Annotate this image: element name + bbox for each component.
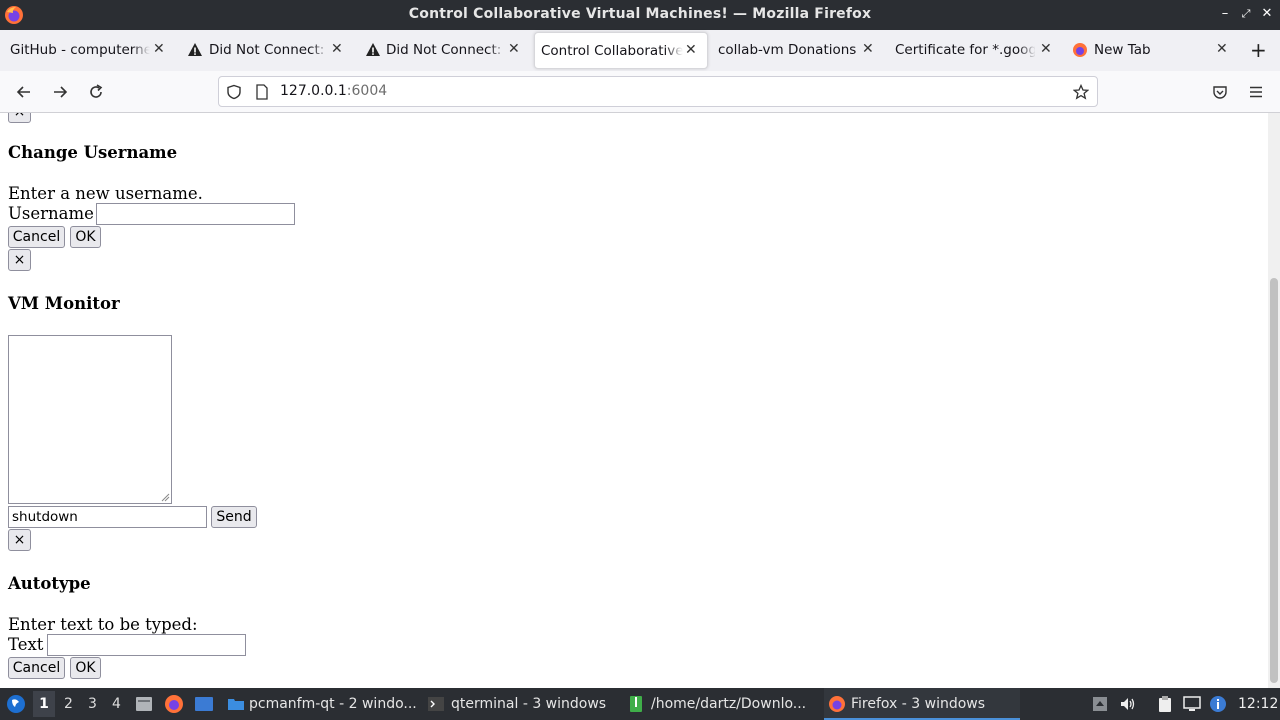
maximize-button[interactable]: ⤢: [1237, 5, 1255, 23]
resize-grip-icon[interactable]: [160, 492, 170, 502]
username-ok-button[interactable]: OK: [70, 226, 101, 248]
autotype-prompt: Enter text to be typed:: [8, 615, 198, 634]
tab-label: Control Collaborative: [541, 43, 683, 59]
tab-close-icon[interactable]: ✕: [508, 41, 520, 57]
change-username-prompt: Enter a new username.: [8, 184, 203, 203]
tab-close-icon[interactable]: ✕: [153, 41, 165, 57]
task-qterminal[interactable]: qterminal - 3 windows: [424, 688, 620, 720]
tab-label: collab-vm Donations: [718, 42, 857, 58]
pocket-icon[interactable]: [1207, 79, 1233, 105]
tab-label: Did Not Connect:: [386, 42, 502, 58]
vm-send-button[interactable]: Send: [211, 506, 257, 528]
back-arrow-icon[interactable]: [11, 79, 37, 105]
warning-icon: [188, 43, 202, 56]
volume-icon[interactable]: [1119, 695, 1137, 713]
autotype-heading: Autotype: [8, 574, 91, 593]
username-label: Username: [8, 204, 94, 223]
autotype-ok-button[interactable]: OK: [70, 657, 101, 679]
tab-close-icon[interactable]: ✕: [331, 41, 343, 57]
workspace-2[interactable]: 2: [64, 696, 73, 712]
forward-arrow-icon[interactable]: [47, 79, 73, 105]
tab-did-not-connect-2[interactable]: Did Not Connect: ✕: [356, 32, 534, 69]
task-pcmanfm[interactable]: pcmanfm-qt - 2 windo...: [224, 688, 420, 720]
tab-label: GitHub - computerne: [10, 42, 150, 58]
autotype-cancel-button[interactable]: Cancel: [8, 657, 65, 679]
tab-close-icon[interactable]: ✕: [685, 42, 697, 58]
minimize-button[interactable]: –: [1216, 5, 1234, 23]
tab-close-icon[interactable]: ✕: [1216, 41, 1228, 57]
task-archive[interactable]: /home/dartz/Downlo...: [624, 688, 820, 720]
username-input[interactable]: [96, 203, 295, 225]
tab-control-collaborative[interactable]: Control Collaborative ✕: [534, 32, 708, 69]
show-desktop-icon[interactable]: [194, 694, 214, 714]
tray-arrow-icon[interactable]: [1091, 695, 1109, 713]
archive-icon: [630, 696, 642, 712]
task-label: /home/dartz/Downlo...: [651, 696, 807, 712]
tab-donations[interactable]: collab-vm Donations ✕: [708, 32, 886, 69]
window-titlebar: Control Collaborative Virtual Machines! …: [0, 0, 1280, 30]
tab-did-not-connect-1[interactable]: Did Not Connect: ✕: [178, 32, 356, 69]
system-taskbar: 1 2 3 4 pcmanfm-qt - 2 windo... qtermina…: [0, 688, 1280, 720]
task-label: pcmanfm-qt - 2 windo...: [249, 696, 417, 712]
menu-hamburger-icon[interactable]: [1243, 79, 1269, 105]
task-label: qterminal - 3 windows: [451, 696, 607, 712]
network-info-icon[interactable]: [1209, 695, 1227, 713]
start-menu-icon[interactable]: [6, 694, 26, 714]
file-manager-launcher-icon[interactable]: [134, 694, 154, 714]
window-title: Control Collaborative Virtual Machines! …: [408, 6, 872, 22]
address-bar[interactable]: 127.0.0.1:6004: [218, 76, 1098, 107]
tab-close-icon[interactable]: ✕: [1040, 41, 1052, 57]
tab-certificate[interactable]: Certificate for *.goog ✕: [886, 32, 1064, 69]
close-username-dialog-button[interactable]: ×: [8, 249, 31, 271]
tab-strip: GitHub - computerne ✕ Did Not Connect: ✕…: [0, 30, 1280, 71]
tab-new-tab[interactable]: New Tab ✕: [1064, 32, 1240, 69]
page-scrollbar[interactable]: [1268, 113, 1280, 688]
display-icon[interactable]: [1183, 695, 1201, 713]
firefox-launcher-icon[interactable]: [164, 694, 184, 714]
workspace-4[interactable]: 4: [112, 696, 121, 712]
folder-icon: [228, 699, 244, 710]
tab-label: Certificate for *.goog: [895, 42, 1035, 58]
system-clock[interactable]: 12:12: [1238, 696, 1278, 712]
firefox-icon: [1073, 43, 1087, 57]
firefox-icon: [829, 696, 845, 712]
vm-monitor-heading: VM Monitor: [8, 294, 120, 313]
workspace-3[interactable]: 3: [88, 696, 97, 712]
clipboard-icon[interactable]: [1156, 695, 1174, 713]
scrollbar-thumb[interactable]: [1270, 278, 1278, 683]
warning-icon: [366, 43, 380, 56]
new-tab-plus-icon[interactable]: +: [1250, 38, 1267, 62]
close-previous-dialog-button[interactable]: ×: [8, 113, 31, 123]
url-text[interactable]: 127.0.0.1:6004: [280, 83, 387, 99]
page-content: × Change Username Enter a new username. …: [0, 113, 1268, 688]
workspace-1[interactable]: 1: [33, 691, 55, 717]
vm-monitor-output[interactable]: [8, 335, 172, 504]
tab-github[interactable]: GitHub - computerne ✕: [0, 32, 178, 69]
autotype-text-input[interactable]: [47, 634, 246, 656]
reload-icon[interactable]: [83, 79, 109, 105]
close-vm-monitor-button[interactable]: ×: [8, 529, 31, 551]
navigation-toolbar: 127.0.0.1:6004: [0, 71, 1280, 113]
bookmark-star-icon[interactable]: [1073, 84, 1089, 100]
page-icon[interactable]: [255, 84, 269, 100]
vm-command-input[interactable]: shutdown: [8, 506, 207, 528]
task-label: Firefox - 3 windows: [851, 696, 986, 712]
shield-icon[interactable]: [226, 84, 242, 100]
terminal-icon: [428, 697, 444, 711]
autotype-text-label: Text: [8, 635, 44, 654]
tab-close-icon[interactable]: ✕: [862, 41, 874, 57]
task-firefox[interactable]: Firefox - 3 windows: [824, 688, 1020, 720]
close-window-button[interactable]: ✕: [1258, 5, 1276, 23]
change-username-heading: Change Username: [8, 143, 178, 162]
tab-label: New Tab: [1094, 42, 1151, 58]
username-cancel-button[interactable]: Cancel: [8, 226, 65, 248]
